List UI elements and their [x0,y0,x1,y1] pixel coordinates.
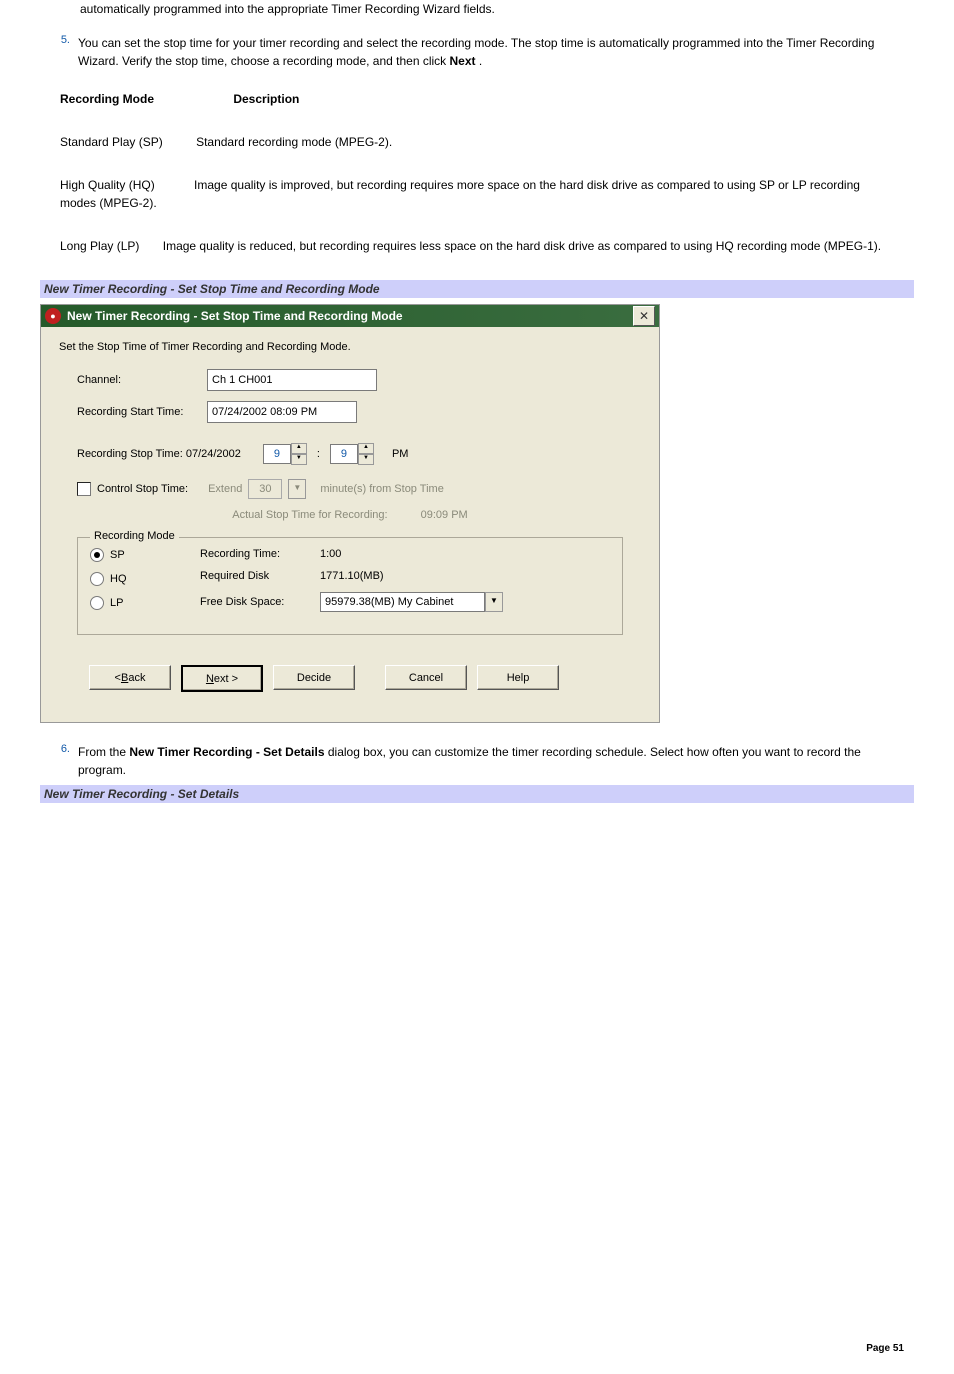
step5-text-c: . [476,54,483,68]
cancel-button[interactable]: Cancel [385,665,467,690]
dialog-title: New Timer Recording - Set Stop Time and … [67,309,633,323]
stop-min-up[interactable]: ▲ [358,443,374,454]
mode-lp-desc: Image quality is reduced, but recording … [163,239,881,253]
radio-lp-label: LP [110,597,123,609]
channel-input[interactable] [207,369,377,391]
recording-mode-legend: Recording Mode [90,530,179,542]
free-disk-label: Free Disk Space: [200,596,320,608]
recording-mode-table: Recording Mode Description Standard Play… [60,90,890,255]
free-disk-dropdown[interactable]: ▼ [485,592,503,612]
radio-lp[interactable] [90,596,104,610]
next-button[interactable]: Next > [181,665,263,692]
mode-lp-name: Long Play (LP) [60,239,139,253]
step6-text-a: From the [78,745,129,759]
actual-stop-label: Actual Stop Time for Recording: [232,509,387,521]
recording-time-value: 1:00 [320,548,341,560]
page-footer: Page 51 [40,1343,914,1374]
caption-stop-time: New Timer Recording - Set Stop Time and … [40,280,914,298]
mode-sp-desc: Standard recording mode (MPEG-2). [196,135,392,149]
dialog-titlebar: ● New Timer Recording - Set Stop Time an… [41,305,659,327]
recording-mode-fieldset: Recording Mode SP HQ LP [77,537,623,635]
radio-hq[interactable] [90,572,104,586]
start-time-label: Recording Start Time: [77,406,207,418]
dialog-subtext: Set the Stop Time of Timer Recording and… [59,341,641,353]
back-button[interactable]: < Back [89,665,171,690]
control-stop-time-label: Control Stop Time: [97,483,188,495]
extend-dropdown: ▼ [288,479,306,499]
extend-input [248,479,282,499]
stop-minute-input[interactable] [330,444,358,464]
free-disk-select[interactable]: 95979.38(MB) My Cabinet [320,592,485,612]
stop-time-label: Recording Stop Time: 07/24/2002 [77,448,241,460]
continuation-text: automatically programmed into the approp… [40,0,910,18]
required-disk-label: Required Disk [200,570,320,582]
stop-hour-up[interactable]: ▲ [291,443,307,454]
free-disk-value: 95979.38(MB) My Cabinet [325,596,480,608]
required-disk-value: 1771.10(MB) [320,570,384,582]
next-post: ext > [214,673,238,685]
radio-hq-label: HQ [110,573,127,585]
control-stop-time-checkbox[interactable] [77,482,91,496]
radio-sp-label: SP [110,549,125,561]
extend-label: Extend [208,483,242,495]
stop-min-down[interactable]: ▼ [358,454,374,465]
back-post: ack [128,672,145,684]
step6-text: From the New Timer Recording - Set Detai… [78,743,910,779]
start-time-input[interactable] [207,401,357,423]
col-header-desc: Description [233,92,299,106]
back-underline: B [121,672,128,684]
dialog-new-timer-recording: ● New Timer Recording - Set Stop Time an… [40,304,660,723]
col-header-mode: Recording Mode [60,90,230,108]
mode-sp-name: Standard Play (SP) [60,135,163,149]
help-button[interactable]: Help [477,665,559,690]
app-icon: ● [45,308,61,324]
recording-time-label: Recording Time: [200,548,320,560]
stop-hour-input[interactable] [263,444,291,464]
radio-sp[interactable] [90,548,104,562]
close-button[interactable]: ✕ [633,306,655,326]
stop-hour-down[interactable]: ▼ [291,454,307,465]
stop-ampm: PM [392,448,409,460]
mode-hq-name: High Quality (HQ) [60,178,155,192]
step6-marker: 6. [40,743,78,779]
caption-set-details: New Timer Recording - Set Details [40,785,914,803]
actual-stop-value: 09:09 PM [421,509,468,521]
step5-next-bold: Next [450,54,476,68]
time-colon: : [317,448,320,460]
decide-button[interactable]: Decide [273,665,355,690]
step5-text: You can set the stop time for your timer… [78,34,910,70]
extend-suffix: minute(s) from Stop Time [320,483,443,495]
step6-bold: New Timer Recording - Set Details [129,745,324,759]
next-underline: N [206,673,214,685]
channel-label: Channel: [77,374,207,386]
step5-marker: 5. [40,34,78,70]
mode-hq-desc: Image quality is improved, but recording… [60,178,860,210]
